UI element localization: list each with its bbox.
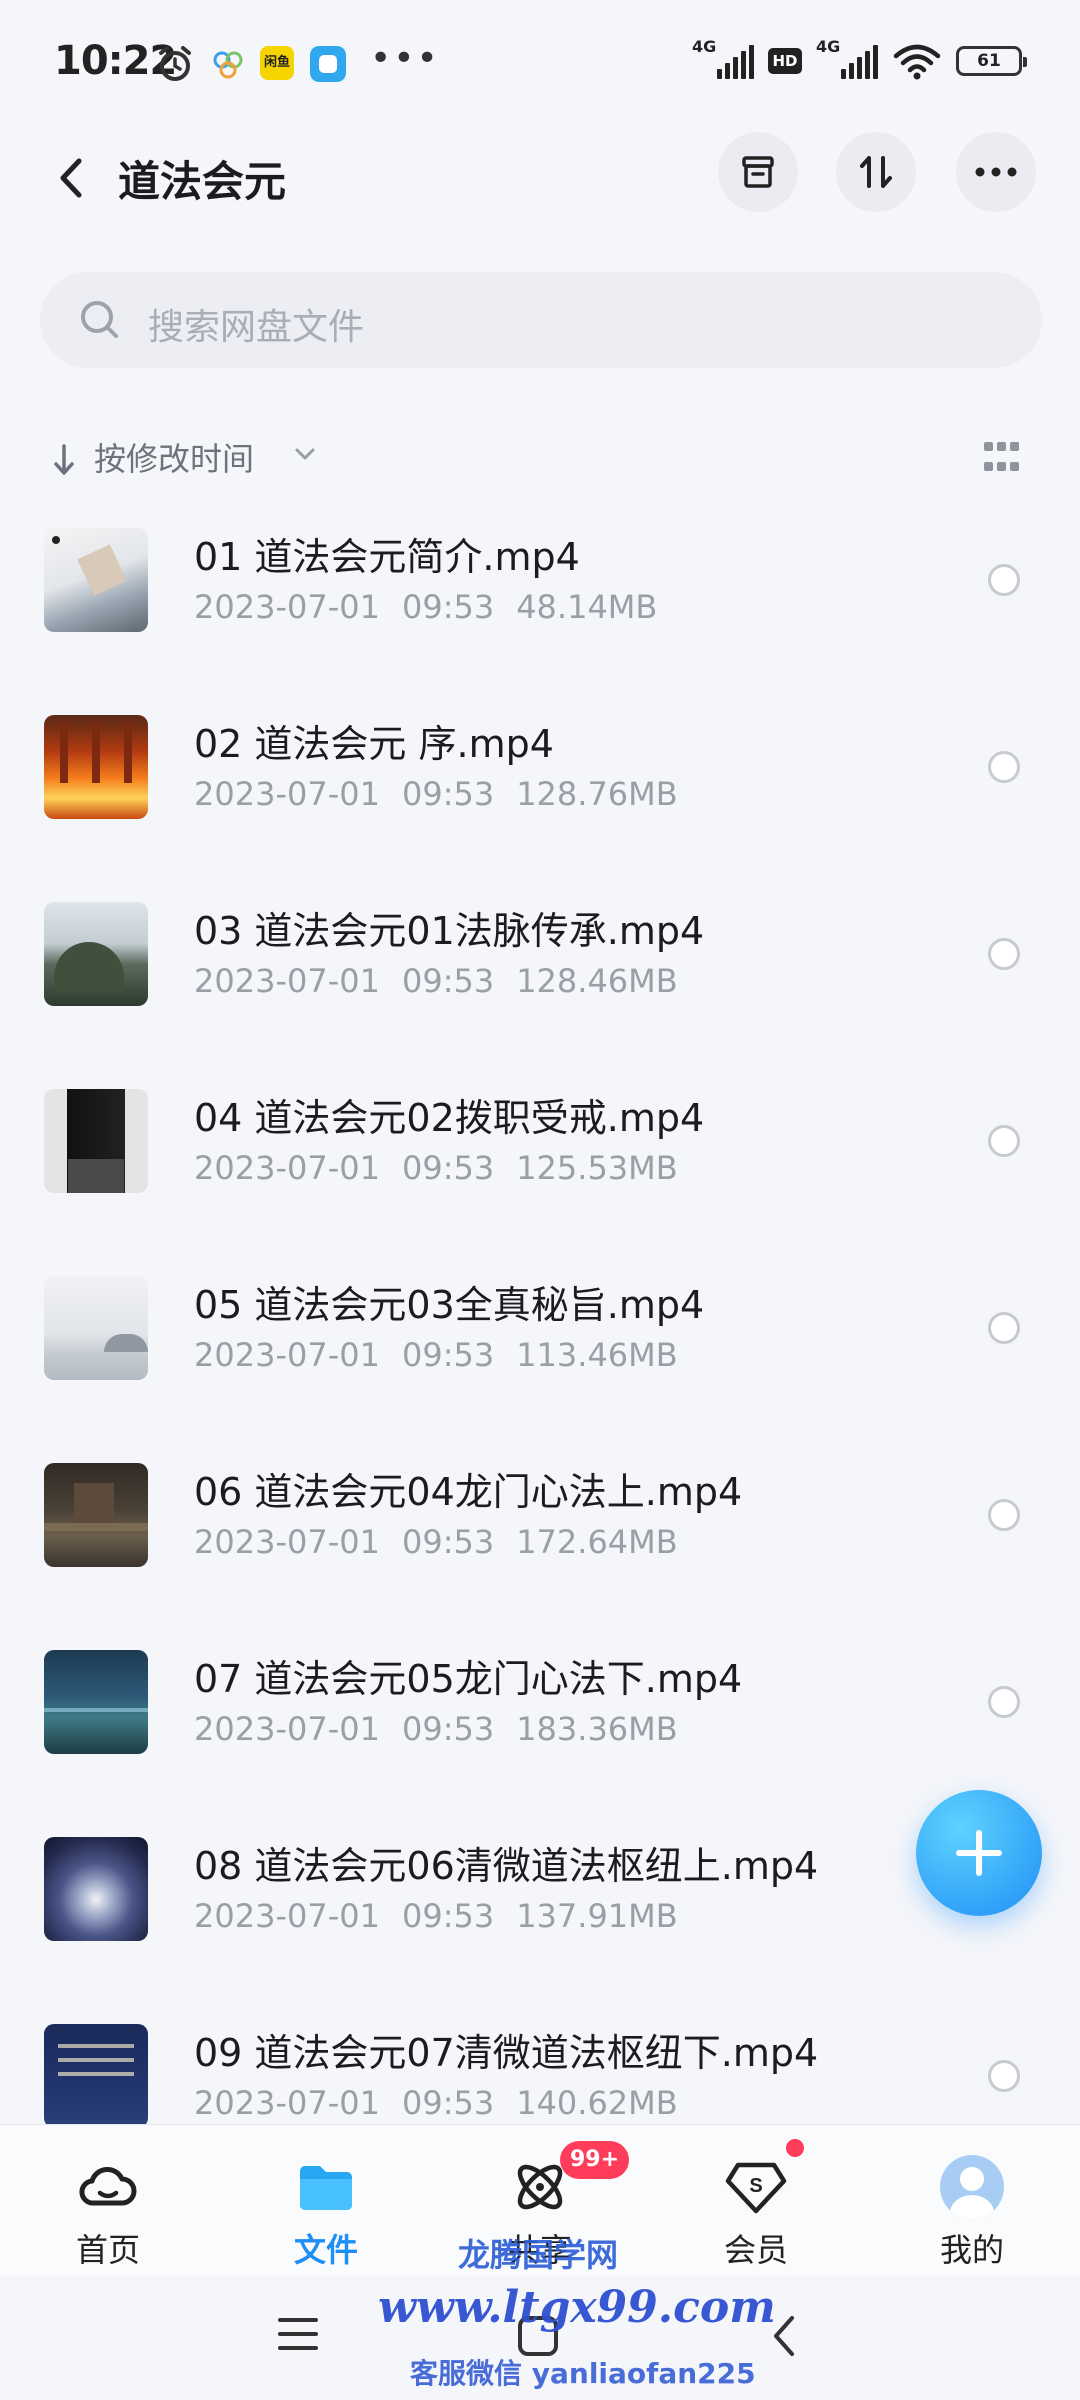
file-name: 09 道法会元07清微道法枢纽下.mp4 [194,2031,819,2075]
sort-down-arrow-icon [54,444,74,475]
select-checkbox[interactable] [988,564,1020,596]
nav-vip[interactable]: S 会员 [676,2125,836,2277]
select-checkbox[interactable] [988,938,1020,970]
video-thumbnail [44,1837,148,1941]
transfer-button[interactable] [836,132,916,212]
nav-me[interactable]: 我的 [892,2125,1052,2277]
file-row[interactable]: 03 道法会元01法脉传承.mp4 2023-07-01 09:53 128.46M… [0,878,1080,1065]
file-meta: 2023-07-01 09:53 183.36MB [194,1710,678,1748]
nav-home[interactable]: 首页 [28,2125,188,2277]
hd-voice-icon: HD [768,48,802,74]
select-checkbox[interactable] [988,751,1020,783]
back-arrow-icon [60,158,82,198]
file-name: 05 道法会元03全真秘旨.mp4 [194,1283,705,1327]
xianyu-app-icon: 闲鱼 [260,46,294,80]
file-name: 04 道法会元02拨职受戒.mp4 [194,1096,705,1140]
app-notification-icon [213,51,243,79]
archive-icon [742,156,774,188]
add-button[interactable] [916,1790,1042,1916]
battery-icon: 61 [956,46,1027,76]
vip-diamond-icon: S [725,2162,787,2214]
watermark-contact: 客服微信 yanliaofan225 [410,2357,756,2390]
select-checkbox[interactable] [988,2060,1020,2092]
video-thumbnail [44,1463,148,1567]
watermark-url: www.ltgx99.com [378,2282,776,2333]
cellular-signal-icon: 4G [692,37,754,79]
select-checkbox[interactable] [988,1125,1020,1157]
status-bar: 10:22 闲鱼 ••• 4G HD 4G 61 [0,0,1080,124]
file-meta: 2023-07-01 09:53 128.46MB [194,962,678,1000]
search-input[interactable]: 搜索网盘文件 [40,272,1042,368]
video-thumbnail [44,528,148,632]
menu-icon[interactable] [276,2314,320,2354]
file-meta: 2023-07-01 09:53 113.46MB [194,1336,678,1374]
share-badge: 99+ [560,2141,630,2179]
file-name: 02 道法会元 序.mp4 [194,722,554,766]
search-icon [81,301,118,338]
video-thumbnail [44,2024,148,2128]
file-row[interactable]: 02 道法会元 序.mp4 2023-07-01 09:53 128.76MB [0,691,1080,878]
wifi-icon [893,44,941,80]
alarm-icon [159,46,191,81]
page-title: 道法会元 [118,157,287,206]
grid-view-toggle[interactable] [984,442,1020,478]
file-meta: 2023-07-01 09:53 137.91MB [194,1897,678,1935]
more-notifications-icon: ••• [370,38,440,79]
video-thumbnail [44,1650,148,1754]
file-row[interactable]: 06 道法会元04龙门心法上.mp4 2023-07-01 09:53 172.64… [0,1439,1080,1626]
video-thumbnail [44,1276,148,1380]
file-row[interactable]: 04 道法会元02拨职受戒.mp4 2023-07-01 09:53 125.53M… [0,1065,1080,1252]
select-checkbox[interactable] [988,1499,1020,1531]
file-name: 06 道法会元04龙门心法上.mp4 [194,1470,743,1514]
file-name: 07 道法会元05龙门心法下.mp4 [194,1657,743,1701]
file-row[interactable]: 01 道法会元简介.mp4 2023-07-01 09:53 48.14MB [0,504,1080,691]
back-button[interactable] [44,150,100,206]
app-header: 道法会元 [0,124,1080,234]
file-meta: 2023-07-01 09:53 48.14MB [194,588,658,626]
nav-vip-label: 会员 [723,2231,788,2269]
file-meta: 2023-07-01 09:53 140.62MB [194,2084,678,2122]
cloud-home-icon [79,2167,137,2206]
avatar [940,2155,1004,2219]
chevron-down-icon[interactable] [294,446,316,462]
video-thumbnail [44,1089,148,1193]
archive-button[interactable] [718,132,798,212]
more-options-button[interactable] [956,132,1036,212]
file-list: 01 道法会元简介.mp4 2023-07-01 09:53 48.14MB 02 … [0,504,1080,2187]
transfer-icon [860,156,892,188]
file-meta: 2023-07-01 09:53 128.76MB [194,775,678,813]
sort-dropdown[interactable]: 按修改时间 [94,434,254,480]
file-meta: 2023-07-01 09:53 172.64MB [194,1523,678,1561]
sort-row: 按修改时间 [0,420,1080,500]
nav-me-label: 我的 [939,2231,1004,2269]
status-indicators: 4G HD 4G 61 [692,37,1027,80]
file-row[interactable]: 05 道法会元03全真秘旨.mp4 2023-07-01 09:53 113.46M… [0,1252,1080,1439]
select-checkbox[interactable] [988,1312,1020,1344]
watermark-text: 龙腾国学网 [458,2236,619,2274]
video-thumbnail [44,902,148,1006]
file-name: 01 道法会元简介.mp4 [194,535,580,579]
vip-notification-dot [786,2139,804,2157]
plus-icon [956,1830,1002,1876]
more-icon [975,167,1017,177]
nav-files[interactable]: 文件 [246,2125,406,2277]
svg-text:S: S [749,2175,762,2197]
app-notification-icon [310,46,346,82]
file-name: 03 道法会元01法脉传承.mp4 [194,909,705,953]
nav-home-label: 首页 [75,2231,140,2269]
cellular-signal-icon: 4G [816,37,878,79]
select-checkbox[interactable] [988,1686,1020,1718]
nav-files-label: 文件 [293,2231,358,2269]
file-meta: 2023-07-01 09:53 125.53MB [194,1149,678,1187]
file-name: 08 道法会元06清微道法枢纽上.mp4 [194,1844,819,1888]
file-row[interactable]: 07 道法会元05龙门心法下.mp4 2023-07-01 09:53 183.36… [0,1626,1080,1813]
video-thumbnail [44,715,148,819]
folder-icon [300,2166,352,2210]
search-placeholder: 搜索网盘文件 [148,307,365,348]
